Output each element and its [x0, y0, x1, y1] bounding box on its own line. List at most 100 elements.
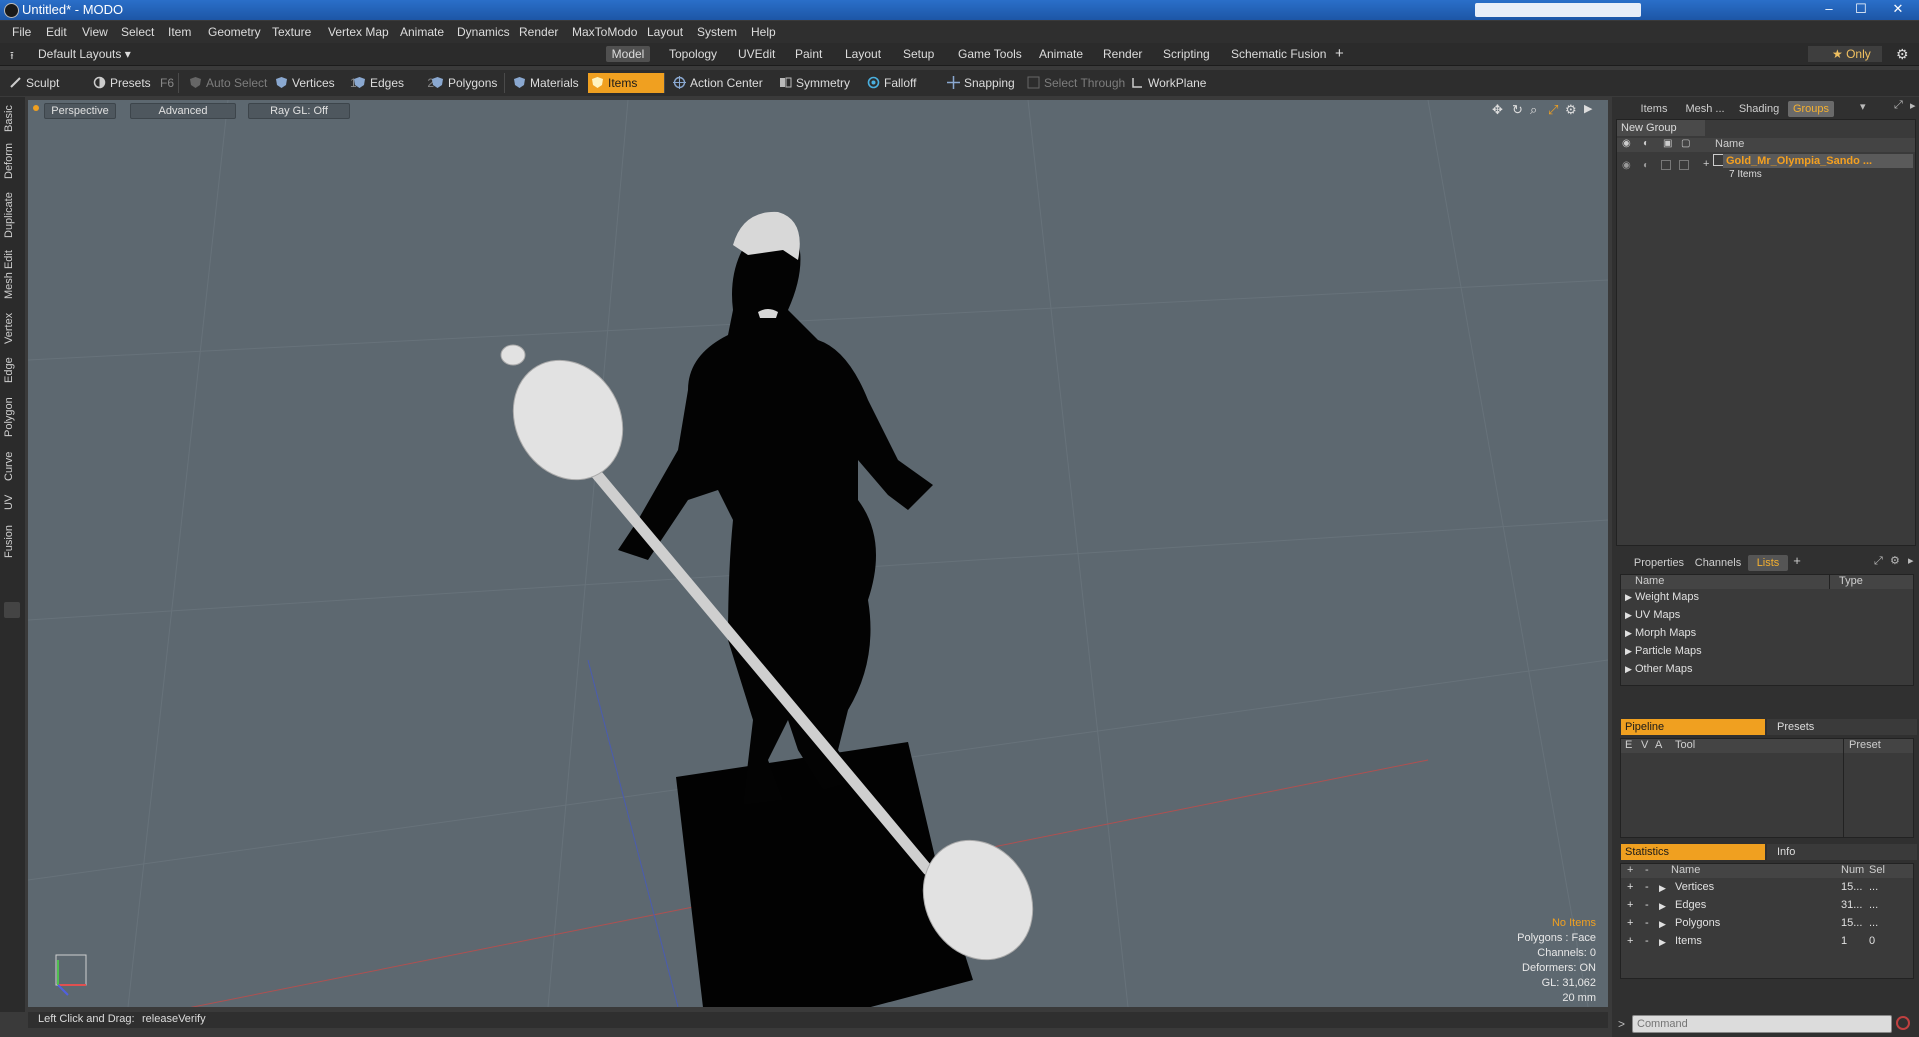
group-render-icon[interactable]: ◐ — [1643, 160, 1649, 171]
zoom-icon[interactable]: ⌕ — [1530, 102, 1537, 118]
expand-arrow-icon[interactable]: ▶ — [1659, 937, 1666, 948]
tab-mesh[interactable]: Mesh ... — [1680, 101, 1730, 117]
collapse-icon[interactable]: ⭱ — [10, 47, 14, 66]
workplane-button[interactable]: WorkPlane — [1128, 73, 1228, 93]
auto-select-button[interactable]: Auto Select — [186, 73, 286, 93]
group-select-checkbox[interactable] — [1679, 160, 1689, 170]
tab-paint[interactable]: Paint — [795, 46, 822, 62]
viewport-canvas[interactable] — [28, 100, 1608, 1007]
shading-mode-button[interactable]: Advanced — [130, 103, 236, 119]
layout-selector[interactable]: Default Layouts ▾ — [38, 46, 131, 62]
add-stat-icon[interactable]: + — [1627, 935, 1633, 947]
menu-layout[interactable]: Layout — [647, 25, 683, 39]
add-tab-button[interactable]: + — [1335, 46, 1344, 62]
tab-schematic-fusion[interactable]: Schematic Fusion — [1231, 46, 1326, 62]
expand-plus-icon[interactable]: + — [1703, 158, 1709, 170]
tab-info[interactable]: Info — [1767, 844, 1917, 860]
raygl-button[interactable]: Ray GL: Off — [248, 103, 350, 119]
table-row[interactable]: + - ▶ Items 1 0 — [1621, 935, 1913, 951]
expand-arrow-icon[interactable]: ▶ — [1659, 883, 1666, 894]
tab-uv[interactable]: UV — [3, 491, 21, 513]
tab-scripting[interactable]: Scripting — [1163, 46, 1210, 62]
list-item[interactable]: ▶ Particle Maps — [1625, 645, 1702, 657]
lists-gear-icon[interactable]: ⚙ — [1890, 554, 1900, 567]
expand-button[interactable] — [4, 602, 20, 618]
tab-layout[interactable]: Layout — [845, 46, 881, 62]
tab-presets[interactable]: Presets — [1767, 719, 1917, 735]
lists-expand-icon[interactable]: ⤢ — [1874, 555, 1883, 568]
menu-select[interactable]: Select — [121, 25, 154, 39]
tab-pipeline[interactable]: Pipeline — [1621, 719, 1765, 735]
close-button[interactable]: ✕ — [1880, 0, 1916, 18]
list-item[interactable]: ▶ UV Maps — [1625, 609, 1680, 621]
menu-texture[interactable]: Texture — [272, 25, 311, 39]
add-stat-icon[interactable]: + — [1627, 899, 1633, 911]
viewport-gear-icon[interactable]: ⚙ — [1565, 102, 1577, 118]
group-row[interactable]: ◉ ◐ + Gold_Mr_Olympia_Sando ... 7 Items — [1617, 154, 1915, 184]
presets-button[interactable]: Presets F6 — [90, 73, 190, 93]
maximize-button[interactable]: ☐ — [1846, 0, 1876, 18]
tab-mesh-edit[interactable]: Mesh Edit — [3, 249, 21, 301]
tab-lists[interactable]: Lists — [1748, 555, 1788, 571]
new-group-button[interactable]: New Group — [1617, 120, 1705, 136]
menu-geometry[interactable]: Geometry — [208, 25, 261, 39]
menu-help[interactable]: Help — [751, 25, 776, 39]
table-row[interactable]: + - ▶ Polygons 15... ... — [1621, 917, 1913, 933]
tab-deform[interactable]: Deform — [3, 141, 21, 181]
menu-animate[interactable]: Animate — [400, 25, 444, 39]
tab-edge[interactable]: Edge — [3, 355, 21, 385]
move-view-icon[interactable]: ✥ — [1492, 102, 1503, 118]
expand-arrow-icon[interactable]: ▶ — [1659, 901, 1666, 912]
tab-groups[interactable]: Groups — [1788, 101, 1834, 117]
group-name[interactable]: Gold_Mr_Olympia_Sando ... — [1723, 154, 1913, 168]
tab-fusion[interactable]: Fusion — [3, 521, 21, 561]
action-center-button[interactable]: Action Center — [670, 73, 782, 93]
remove-stat-icon[interactable]: - — [1645, 935, 1649, 947]
tab-uvedit[interactable]: UVEdit — [738, 46, 775, 62]
tab-polygon[interactable]: Polygon — [3, 393, 21, 441]
viewport-menu-arrow-icon[interactable]: ▶ — [1584, 102, 1592, 115]
view-mode-button[interactable]: Perspective — [44, 103, 116, 119]
menu-system[interactable]: System — [697, 25, 737, 39]
menu-vertex-map[interactable]: Vertex Map — [328, 25, 389, 39]
remove-stat-icon[interactable]: - — [1645, 917, 1649, 929]
tab-items[interactable]: Items — [1634, 101, 1674, 117]
tab-basic[interactable]: Basic — [3, 101, 21, 137]
tab-shading[interactable]: Shading — [1734, 101, 1784, 117]
sculpt-button[interactable]: Sculpt — [6, 73, 98, 93]
tab-setup[interactable]: Setup — [903, 46, 934, 62]
expand-arrow-icon[interactable]: ▶ — [1659, 919, 1666, 930]
add-stat-icon[interactable]: + — [1627, 917, 1633, 929]
items-button[interactable]: Items — [588, 73, 664, 93]
gear-icon[interactable]: ⚙ — [1896, 46, 1909, 62]
list-item[interactable]: ▶ Other Maps — [1625, 663, 1692, 675]
add-panel-tab[interactable]: + — [1790, 553, 1804, 569]
3d-viewport[interactable]: Perspective Advanced Ray GL: Off ✥ ↻ ⌕ ⤢… — [28, 100, 1608, 1007]
symmetry-button[interactable]: Symmetry — [776, 73, 874, 93]
tab-statistics[interactable]: Statistics — [1621, 844, 1765, 860]
menu-dynamics[interactable]: Dynamics — [457, 25, 510, 39]
tab-channels[interactable]: Channels — [1692, 555, 1744, 571]
only-toggle[interactable]: ★ Only — [1808, 46, 1882, 62]
falloff-button[interactable]: Falloff — [864, 73, 954, 93]
menu-edit[interactable]: Edit — [46, 25, 67, 39]
command-input[interactable] — [1632, 1015, 1892, 1033]
remove-stat-icon[interactable]: - — [1645, 899, 1649, 911]
add-stat-icon[interactable]: + — [1627, 881, 1633, 893]
rotate-view-icon[interactable]: ↻ — [1512, 102, 1523, 118]
table-row[interactable]: + - ▶ Edges 31... ... — [1621, 899, 1913, 915]
tab-duplicate[interactable]: Duplicate — [3, 189, 21, 241]
tab-render[interactable]: Render — [1103, 46, 1142, 62]
tab-curve[interactable]: Curve — [3, 449, 21, 483]
panel-menu-icon[interactable]: ▸ — [1910, 99, 1916, 112]
list-item[interactable]: ▶ Weight Maps — [1625, 591, 1699, 603]
panel-expand-icon[interactable]: ⤢ — [1894, 99, 1903, 112]
tab-game-tools[interactable]: Game Tools — [958, 46, 1022, 62]
stop-icon[interactable] — [1896, 1016, 1910, 1030]
group-lock-checkbox[interactable] — [1661, 160, 1671, 170]
help-search-input[interactable] — [1475, 3, 1641, 17]
maximize-view-icon[interactable]: ⤢ — [1548, 102, 1558, 118]
table-row[interactable]: + - ▶ Vertices 15... ... — [1621, 881, 1913, 897]
group-visibility-icon[interactable]: ◉ — [1622, 160, 1631, 171]
tab-properties[interactable]: Properties — [1630, 555, 1688, 571]
